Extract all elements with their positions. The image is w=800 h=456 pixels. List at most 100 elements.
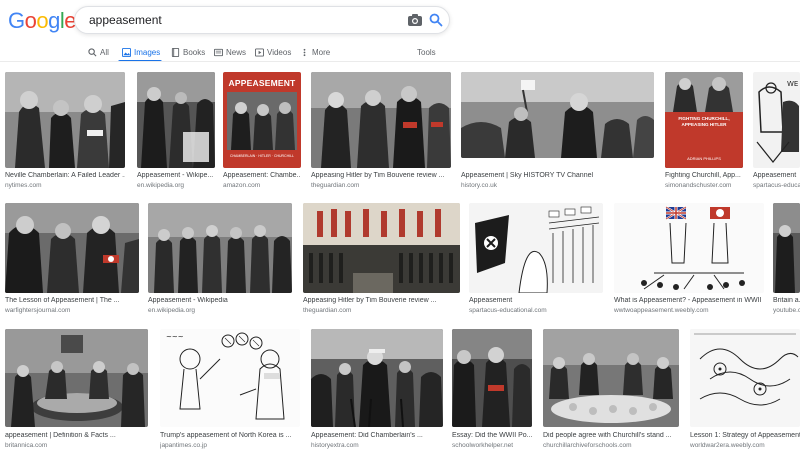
image-icon xyxy=(122,47,131,57)
result-source[interactable]: en.wikipedia.org xyxy=(137,182,215,189)
image-result[interactable]: ~~~ Trump's appeasement of North Korea i… xyxy=(160,329,300,454)
tab-videos[interactable]: Videos xyxy=(255,43,291,61)
search-icon[interactable] xyxy=(429,13,443,27)
result-source[interactable]: spartacus-educational... xyxy=(753,182,800,189)
image-result[interactable]: Did people agree with Churchill's stand … xyxy=(543,329,679,454)
image-result[interactable]: Appeasing Hitler by Tim Bouverie review … xyxy=(303,203,460,319)
result-thumbnail[interactable] xyxy=(461,72,654,158)
tab-all[interactable]: All xyxy=(88,43,109,61)
svg-text:~~~: ~~~ xyxy=(166,333,184,341)
tools-button[interactable]: Tools xyxy=(417,43,436,61)
image-result[interactable]: Appeasement spartacus-educational.com xyxy=(469,203,603,319)
result-source[interactable]: amazon.com xyxy=(223,182,301,189)
image-result[interactable]: Essay: Did the WWII Po... schoolworkhelp… xyxy=(452,329,532,454)
image-result[interactable]: appeasement | Definition & Facts ... bri… xyxy=(5,329,148,454)
result-source[interactable]: churchillarchiveforschools.com xyxy=(543,442,679,449)
result-thumbnail[interactable] xyxy=(137,72,215,168)
image-result[interactable]: FIGHTING CHURCHILL, APPEASING HITLER ADR… xyxy=(665,72,743,192)
more-vert-icon xyxy=(303,48,306,56)
result-title[interactable]: What is Appeasement? - Appeasement in WW… xyxy=(614,297,764,304)
tab-all-label: All xyxy=(100,47,109,57)
image-result[interactable]: Appeasing Hitler by Tim Bouverie review … xyxy=(311,72,451,192)
result-title[interactable]: Appeasement - Wikipe... xyxy=(137,172,215,179)
result-title[interactable]: Appeasing Hitler by Tim Bouverie review … xyxy=(303,297,460,304)
result-thumbnail[interactable]: WE xyxy=(753,72,800,168)
result-thumbnail[interactable] xyxy=(773,203,800,293)
photo-thumbnail xyxy=(5,72,125,168)
result-thumbnail[interactable] xyxy=(148,203,292,293)
result-source[interactable]: nytimes.com xyxy=(5,182,125,189)
result-source[interactable]: simonandschuster.com xyxy=(665,182,743,189)
result-title[interactable]: Did people agree with Churchill's stand … xyxy=(543,432,679,439)
result-title[interactable]: Trump's appeasement of North Korea is ..… xyxy=(160,432,300,439)
result-thumbnail[interactable] xyxy=(303,203,460,293)
result-source[interactable]: theguardian.com xyxy=(303,307,460,314)
header-divider xyxy=(0,61,800,62)
photo-thumbnail xyxy=(461,72,654,158)
tab-books[interactable]: Books xyxy=(171,43,205,61)
search-input[interactable] xyxy=(89,10,379,30)
result-title[interactable]: Appeasing Hitler by Tim Bouverie review … xyxy=(311,172,451,179)
result-source[interactable]: theguardian.com xyxy=(311,182,451,189)
result-title[interactable]: Essay: Did the WWII Po... xyxy=(452,432,532,439)
result-title[interactable]: Lesson 1: Strategy of Appeasement ... xyxy=(690,432,800,439)
tab-images[interactable]: Images xyxy=(122,43,160,61)
result-thumbnail[interactable] xyxy=(5,329,148,427)
news-icon xyxy=(214,48,223,56)
result-source[interactable]: worldwar2era.weebly.com xyxy=(690,442,800,449)
result-thumbnail[interactable]: APPEASEMENT CHAMBERLAIN · HITLER · CHURC… xyxy=(223,72,301,168)
tab-videos-label: Videos xyxy=(267,47,292,57)
tab-more[interactable]: More xyxy=(300,43,330,61)
result-title[interactable]: Appeasement xyxy=(753,172,800,179)
result-title[interactable]: Fighting Churchill, App... xyxy=(665,172,743,179)
result-title[interactable]: Neville Chamberlain: A Failed Leader ... xyxy=(5,172,125,179)
image-result[interactable]: Neville Chamberlain: A Failed Leader ...… xyxy=(5,72,125,192)
result-source[interactable]: spartacus-educational.com xyxy=(469,307,603,314)
result-thumbnail[interactable] xyxy=(469,203,603,293)
result-source[interactable]: wwtwoappeasement.weebly.com xyxy=(614,307,764,314)
result-thumbnail[interactable]: ~~~ xyxy=(160,329,300,427)
result-source[interactable]: schoolworkhelper.net xyxy=(452,442,532,449)
result-title[interactable]: Appeasement xyxy=(469,297,603,304)
result-thumbnail[interactable] xyxy=(543,329,679,427)
image-result[interactable]: WE Appeasement spartacus-educational... xyxy=(753,72,800,192)
image-result[interactable]: Appeasement: Did Chamberlain's ... histo… xyxy=(311,329,443,454)
image-result[interactable]: Britain a... youtube.c... xyxy=(773,203,800,319)
result-thumbnail[interactable] xyxy=(690,329,800,427)
result-title[interactable]: Britain a... xyxy=(773,297,800,304)
result-title[interactable]: Appeasement | Sky HISTORY TV Channel xyxy=(461,172,654,179)
image-result[interactable]: What is Appeasement? - Appeasement in WW… xyxy=(614,203,764,319)
image-result[interactable]: The Lesson of Appeasement | The ... warf… xyxy=(5,203,139,319)
image-result[interactable]: Appeasement - Wikipe... en.wikipedia.org xyxy=(137,72,215,192)
result-title[interactable]: appeasement | Definition & Facts ... xyxy=(5,432,148,439)
result-source[interactable]: history.co.uk xyxy=(461,182,654,189)
result-thumbnail[interactable] xyxy=(5,72,125,168)
result-thumbnail[interactable] xyxy=(452,329,532,427)
search-box[interactable] xyxy=(74,6,450,34)
result-source[interactable]: warfightersjournal.com xyxy=(5,307,139,314)
image-result[interactable]: Appeasement - Wikipedia en.wikipedia.org xyxy=(148,203,292,319)
result-thumbnail[interactable]: FIGHTING CHURCHILL, APPEASING HITLER ADR… xyxy=(665,72,743,168)
result-title[interactable]: Appeasement: Did Chamberlain's ... xyxy=(311,432,443,439)
result-thumbnail[interactable] xyxy=(311,329,443,427)
result-source[interactable]: youtube.c... xyxy=(773,307,800,314)
tab-news[interactable]: News xyxy=(214,43,246,61)
image-result[interactable]: Lesson 1: Strategy of Appeasement ... wo… xyxy=(690,329,800,454)
result-title[interactable]: Appeasement: Chambe... xyxy=(223,172,301,179)
google-logo[interactable]: Google xyxy=(8,8,77,34)
result-source[interactable]: japantimes.co.jp xyxy=(160,442,300,449)
result-thumbnail[interactable] xyxy=(311,72,451,168)
result-source[interactable]: en.wikipedia.org xyxy=(148,307,292,314)
image-result[interactable]: Appeasement | Sky HISTORY TV Channel his… xyxy=(461,72,654,192)
cartoon-thumbnail: WE xyxy=(753,72,800,168)
result-thumbnail[interactable] xyxy=(614,203,764,293)
result-source[interactable]: historyextra.com xyxy=(311,442,443,449)
result-title[interactable]: Appeasement - Wikipedia xyxy=(148,297,292,304)
camera-icon[interactable] xyxy=(407,13,423,27)
result-title[interactable]: The Lesson of Appeasement | The ... xyxy=(5,297,139,304)
result-thumbnail[interactable] xyxy=(5,203,139,293)
video-icon xyxy=(255,47,264,57)
book-cover-title: APPEASEMENT xyxy=(228,78,296,88)
image-result[interactable]: APPEASEMENT CHAMBERLAIN · HITLER · CHURC… xyxy=(223,72,301,192)
result-source[interactable]: britannica.com xyxy=(5,442,148,449)
